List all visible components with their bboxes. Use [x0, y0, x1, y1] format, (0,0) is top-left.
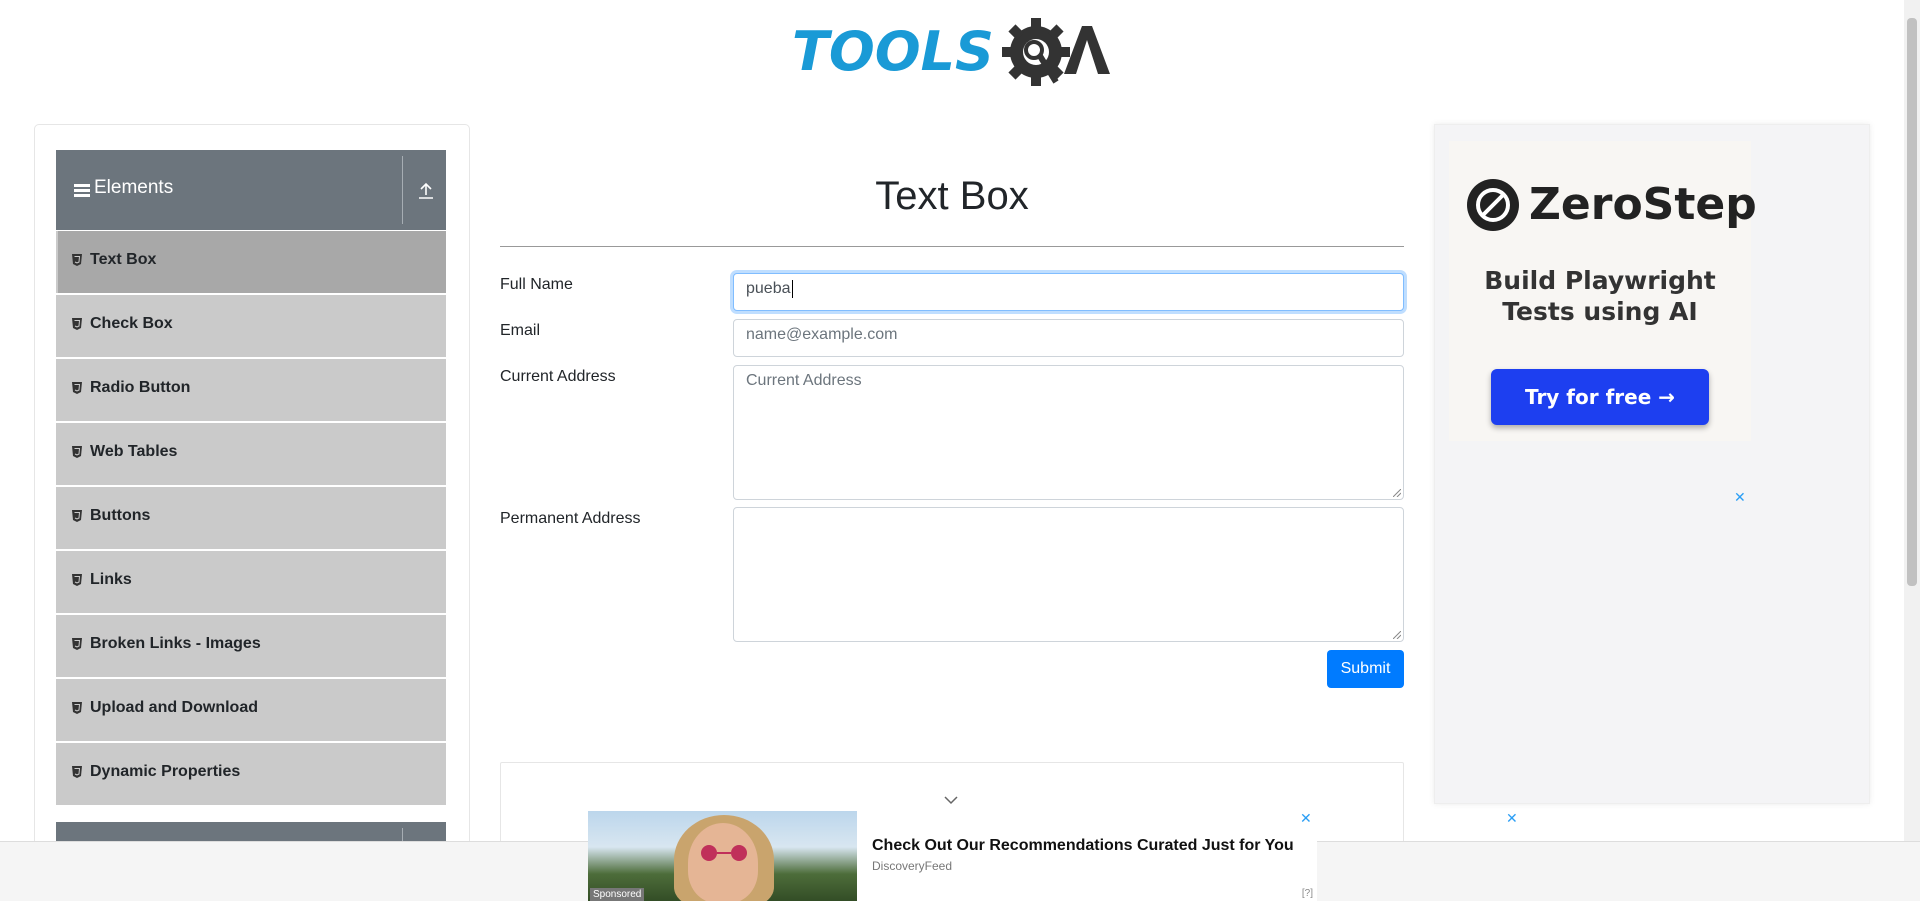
- html5-icon: [72, 446, 82, 458]
- email-input[interactable]: name@example.com: [733, 319, 1404, 357]
- right-ad-panel[interactable]: ZeroStep Build Playwright Tests using AI…: [1434, 124, 1870, 804]
- html5-icon: [72, 510, 82, 522]
- resize-grip-icon[interactable]: [1393, 489, 1401, 497]
- sidebar-item-buttons[interactable]: Buttons: [56, 487, 446, 549]
- scrollbar-thumb[interactable]: [1907, 18, 1917, 586]
- sticky-ad-title[interactable]: Check Out Our Recommendations Curated Ju…: [872, 837, 1294, 855]
- sidebar-item-label: Upload and Download: [90, 699, 258, 716]
- sidebar-item-broken-links[interactable]: Broken Links - Images: [56, 615, 446, 677]
- resize-grip-icon[interactable]: [1393, 631, 1401, 639]
- submit-button[interactable]: Submit: [1327, 650, 1404, 688]
- zerostep-ad-card[interactable]: ZeroStep Build Playwright Tests using AI…: [1449, 141, 1757, 441]
- collapse-up-icon[interactable]: [417, 180, 435, 200]
- zerostep-tagline: Build Playwright Tests using AI: [1484, 266, 1716, 326]
- html5-icon: [72, 702, 82, 714]
- page-header: TOOLS: [0, 0, 1904, 100]
- hamburger-icon: [74, 184, 90, 198]
- html5-icon: [72, 254, 82, 266]
- sticky-ad-source: DiscoveryFeed: [872, 859, 953, 873]
- sidebar-item-web-tables[interactable]: Web Tables: [56, 423, 446, 485]
- sticky-ad[interactable]: Sponsored Check Out Our Recommendations …: [588, 811, 1317, 901]
- ad-close-icon[interactable]: ✕: [1506, 810, 1518, 827]
- sidebar-item-dynamic-properties[interactable]: Dynamic Properties: [56, 743, 446, 805]
- sidebar-item-check-box[interactable]: Check Box: [56, 295, 446, 357]
- zerostep-logo-icon: [1467, 179, 1519, 231]
- html5-icon: [72, 318, 82, 330]
- title-divider: [500, 246, 1404, 247]
- sunglasses-icon: [701, 845, 747, 861]
- sidebar-item-radio-button[interactable]: Radio Button: [56, 359, 446, 421]
- ad-info-icon[interactable]: [?]: [1302, 888, 1313, 899]
- full-name-value: pueba: [746, 280, 791, 298]
- sidebar-item-label: Broken Links - Images: [90, 635, 261, 652]
- sidebar-item-label: Links: [90, 571, 132, 588]
- zerostep-brand: ZeroStep: [1529, 179, 1757, 230]
- html5-icon: [72, 574, 82, 586]
- current-address-placeholder: Current Address: [746, 372, 862, 389]
- current-address-textarea[interactable]: Current Address: [733, 365, 1404, 500]
- sticky-ad-close-icon[interactable]: ✕: [1300, 810, 1312, 827]
- ad-image: Sponsored: [588, 811, 857, 901]
- left-sidebar: Elements Text Box Check Box Radio Button…: [34, 124, 470, 864]
- page-title: Text Box: [875, 174, 1029, 218]
- full-name-input[interactable]: pueba: [733, 273, 1404, 311]
- toolsqa-logo[interactable]: TOOLS: [792, 14, 1114, 90]
- sidebar-item-links[interactable]: Links: [56, 551, 446, 613]
- sponsored-badge: Sponsored: [590, 888, 645, 901]
- full-name-label: Full Name: [500, 276, 573, 293]
- sidebar-item-label: Text Box: [90, 251, 157, 268]
- chevron-down-icon[interactable]: [944, 795, 958, 805]
- sidebar-item-label: Dynamic Properties: [90, 763, 241, 780]
- sidebar-item-text-box[interactable]: Text Box: [56, 231, 446, 293]
- page-scrollbar[interactable]: [1904, 0, 1920, 841]
- sidebar-item-label: Check Box: [90, 315, 173, 332]
- elements-menu-list: Text Box Check Box Radio Button Web Tabl…: [56, 231, 446, 807]
- current-address-label: Current Address: [500, 368, 616, 385]
- sidebar-item-label: Buttons: [90, 507, 151, 524]
- try-for-free-button[interactable]: Try for free →: [1491, 369, 1709, 425]
- group-title: Elements: [94, 177, 174, 198]
- ad-image-face: [688, 823, 758, 901]
- sidebar-item-label: Radio Button: [90, 379, 191, 396]
- svg-text:TOOLS: TOOLS: [792, 20, 994, 83]
- sidebar-item-label: Web Tables: [90, 443, 178, 460]
- permanent-address-textarea[interactable]: [733, 507, 1404, 642]
- html5-icon: [72, 638, 82, 650]
- text-caret: [791, 280, 793, 298]
- email-label: Email: [500, 322, 541, 339]
- html5-icon: [72, 766, 82, 778]
- html5-icon: [72, 382, 82, 394]
- permanent-address-label: Permanent Address: [500, 510, 641, 527]
- header-divider: [402, 156, 403, 224]
- ad-close-icon[interactable]: ✕: [1734, 489, 1746, 506]
- email-placeholder: name@example.com: [746, 326, 898, 343]
- sidebar-item-upload-download[interactable]: Upload and Download: [56, 679, 446, 741]
- group-header-elements[interactable]: Elements: [56, 150, 446, 230]
